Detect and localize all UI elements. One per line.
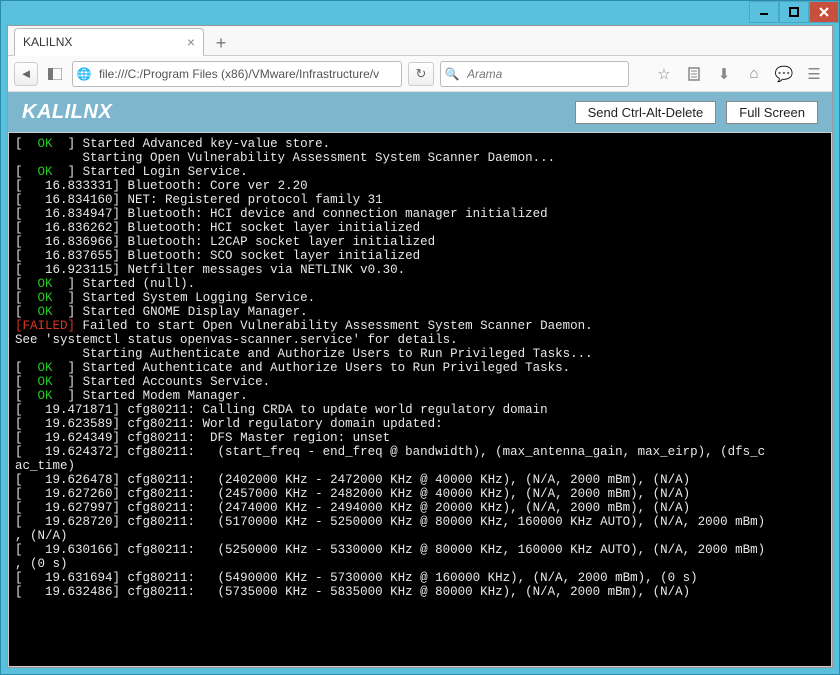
chat-button[interactable]: 💬 <box>772 62 796 86</box>
vm-console-terminal[interactable]: [ OK ] Started Advanced key-value store.… <box>8 132 832 667</box>
term-line: 16.923115] Netfilter messages via NETLIN… <box>45 263 405 277</box>
star-icon: ☆ <box>657 65 670 83</box>
term-line: Starting Authenticate and Authorize User… <box>15 347 593 361</box>
term-line: 16.833331] Bluetooth: Core ver 2.20 <box>45 179 308 193</box>
vm-name-label: KALILNX <box>22 101 112 124</box>
reload-button[interactable]: ↻ <box>408 62 434 86</box>
globe-icon: 🌐 <box>73 67 95 81</box>
send-cad-button[interactable]: Send Ctrl-Alt-Delete <box>575 101 717 124</box>
term-line: Started Accounts Service. <box>75 375 270 389</box>
close-button[interactable] <box>809 1 839 23</box>
bookmark-button[interactable]: ☆ <box>652 62 676 86</box>
url-input[interactable] <box>95 67 401 81</box>
menu-button[interactable]: ☰ <box>802 62 826 86</box>
term-line: Started (null). <box>75 277 195 291</box>
term-line: 16.834160] NET: Registered protocol fami… <box>45 193 383 207</box>
term-line: See 'systemctl status openvas-scanner.se… <box>15 333 458 347</box>
term-line: 19.624372] cfg80211: (start_freq - end_f… <box>45 445 765 459</box>
reload-icon: ↻ <box>416 66 427 82</box>
downloads-button[interactable]: ⬇ <box>712 62 736 86</box>
back-button[interactable]: ◄ <box>14 62 38 86</box>
minimize-icon <box>759 7 769 17</box>
fullscreen-button[interactable]: Full Screen <box>726 101 818 124</box>
tab-bar: KALILNX × + <box>8 26 832 56</box>
home-button[interactable]: ⌂ <box>742 62 766 86</box>
term-line: Starting Open Vulnerability Assessment S… <box>15 151 555 165</box>
term-line: 19.632486] cfg80211: (5735000 KHz - 5835… <box>45 585 690 599</box>
maximize-button[interactable] <box>779 1 809 23</box>
reading-list-button[interactable] <box>682 62 706 86</box>
browser-frame: KALILNX × + ◄ 🌐 ↻ 🔍 ☆ ⬇ ⌂ 💬 ☰ <box>7 25 833 668</box>
term-line: , (N/A) <box>15 529 68 543</box>
term-line: 19.631694] cfg80211: (5490000 KHz - 5730… <box>45 571 698 585</box>
back-icon: ◄ <box>20 66 33 81</box>
os-window: KALILNX × + ◄ 🌐 ↻ 🔍 ☆ ⬇ ⌂ 💬 ☰ <box>0 0 840 675</box>
sidebar-toggle-button[interactable] <box>44 63 66 85</box>
window-titlebar <box>1 1 839 25</box>
new-tab-button[interactable]: + <box>208 31 234 55</box>
sidebar-icon <box>48 68 62 80</box>
term-line: Started Advanced key-value store. <box>75 137 330 151</box>
term-line: 16.837655] Bluetooth: SCO socket layer i… <box>45 249 420 263</box>
term-line: 16.836262] Bluetooth: HCI socket layer i… <box>45 221 420 235</box>
menu-icon: ☰ <box>807 65 820 83</box>
term-line: Started Login Service. <box>75 165 248 179</box>
chat-icon: 💬 <box>775 65 794 83</box>
term-line: Started System Logging Service. <box>75 291 315 305</box>
vm-console-header: KALILNX Send Ctrl-Alt-Delete Full Screen <box>8 92 832 132</box>
term-line: 16.834947] Bluetooth: HCI device and con… <box>45 207 548 221</box>
term-line: Started Authenticate and Authorize Users… <box>75 361 570 375</box>
term-line: 19.627260] cfg80211: (2457000 KHz - 2482… <box>45 487 690 501</box>
tab-title: KALILNX <box>23 35 72 49</box>
term-line: 19.471871] cfg80211: Calling CRDA to upd… <box>45 403 548 417</box>
minimize-button[interactable] <box>749 1 779 23</box>
tab-close-button[interactable]: × <box>187 34 195 50</box>
term-line: , (0 s) <box>15 557 68 571</box>
close-icon <box>819 7 829 17</box>
search-input[interactable] <box>463 67 628 81</box>
browser-toolbar: ◄ 🌐 ↻ 🔍 ☆ ⬇ ⌂ 💬 ☰ <box>8 56 832 92</box>
search-bar[interactable]: 🔍 <box>440 61 629 87</box>
term-line: 19.630166] cfg80211: (5250000 KHz - 5330… <box>45 543 765 557</box>
term-line: 16.836966] Bluetooth: L2CAP socket layer… <box>45 235 435 249</box>
term-line: ac_time) <box>15 459 75 473</box>
download-icon: ⬇ <box>718 65 731 83</box>
maximize-icon <box>789 7 799 17</box>
clipboard-icon <box>688 67 700 81</box>
term-line: 19.626478] cfg80211: (2402000 KHz - 2472… <box>45 473 690 487</box>
term-line: 19.623589] cfg80211: World regulatory do… <box>45 417 443 431</box>
term-line: Failed to start Open Vulnerability Asses… <box>75 319 593 333</box>
term-line: 19.628720] cfg80211: (5170000 KHz - 5250… <box>45 515 765 529</box>
search-icon: 🔍 <box>441 67 463 81</box>
term-line: Started Modem Manager. <box>75 389 248 403</box>
home-icon: ⌂ <box>749 65 758 82</box>
browser-tab[interactable]: KALILNX × <box>14 28 204 56</box>
term-line: 19.624349] cfg80211: DFS Master region: … <box>45 431 390 445</box>
url-bar[interactable]: 🌐 <box>72 61 402 87</box>
term-line: 19.627997] cfg80211: (2474000 KHz - 2494… <box>45 501 690 515</box>
term-line: Started GNOME Display Manager. <box>75 305 308 319</box>
